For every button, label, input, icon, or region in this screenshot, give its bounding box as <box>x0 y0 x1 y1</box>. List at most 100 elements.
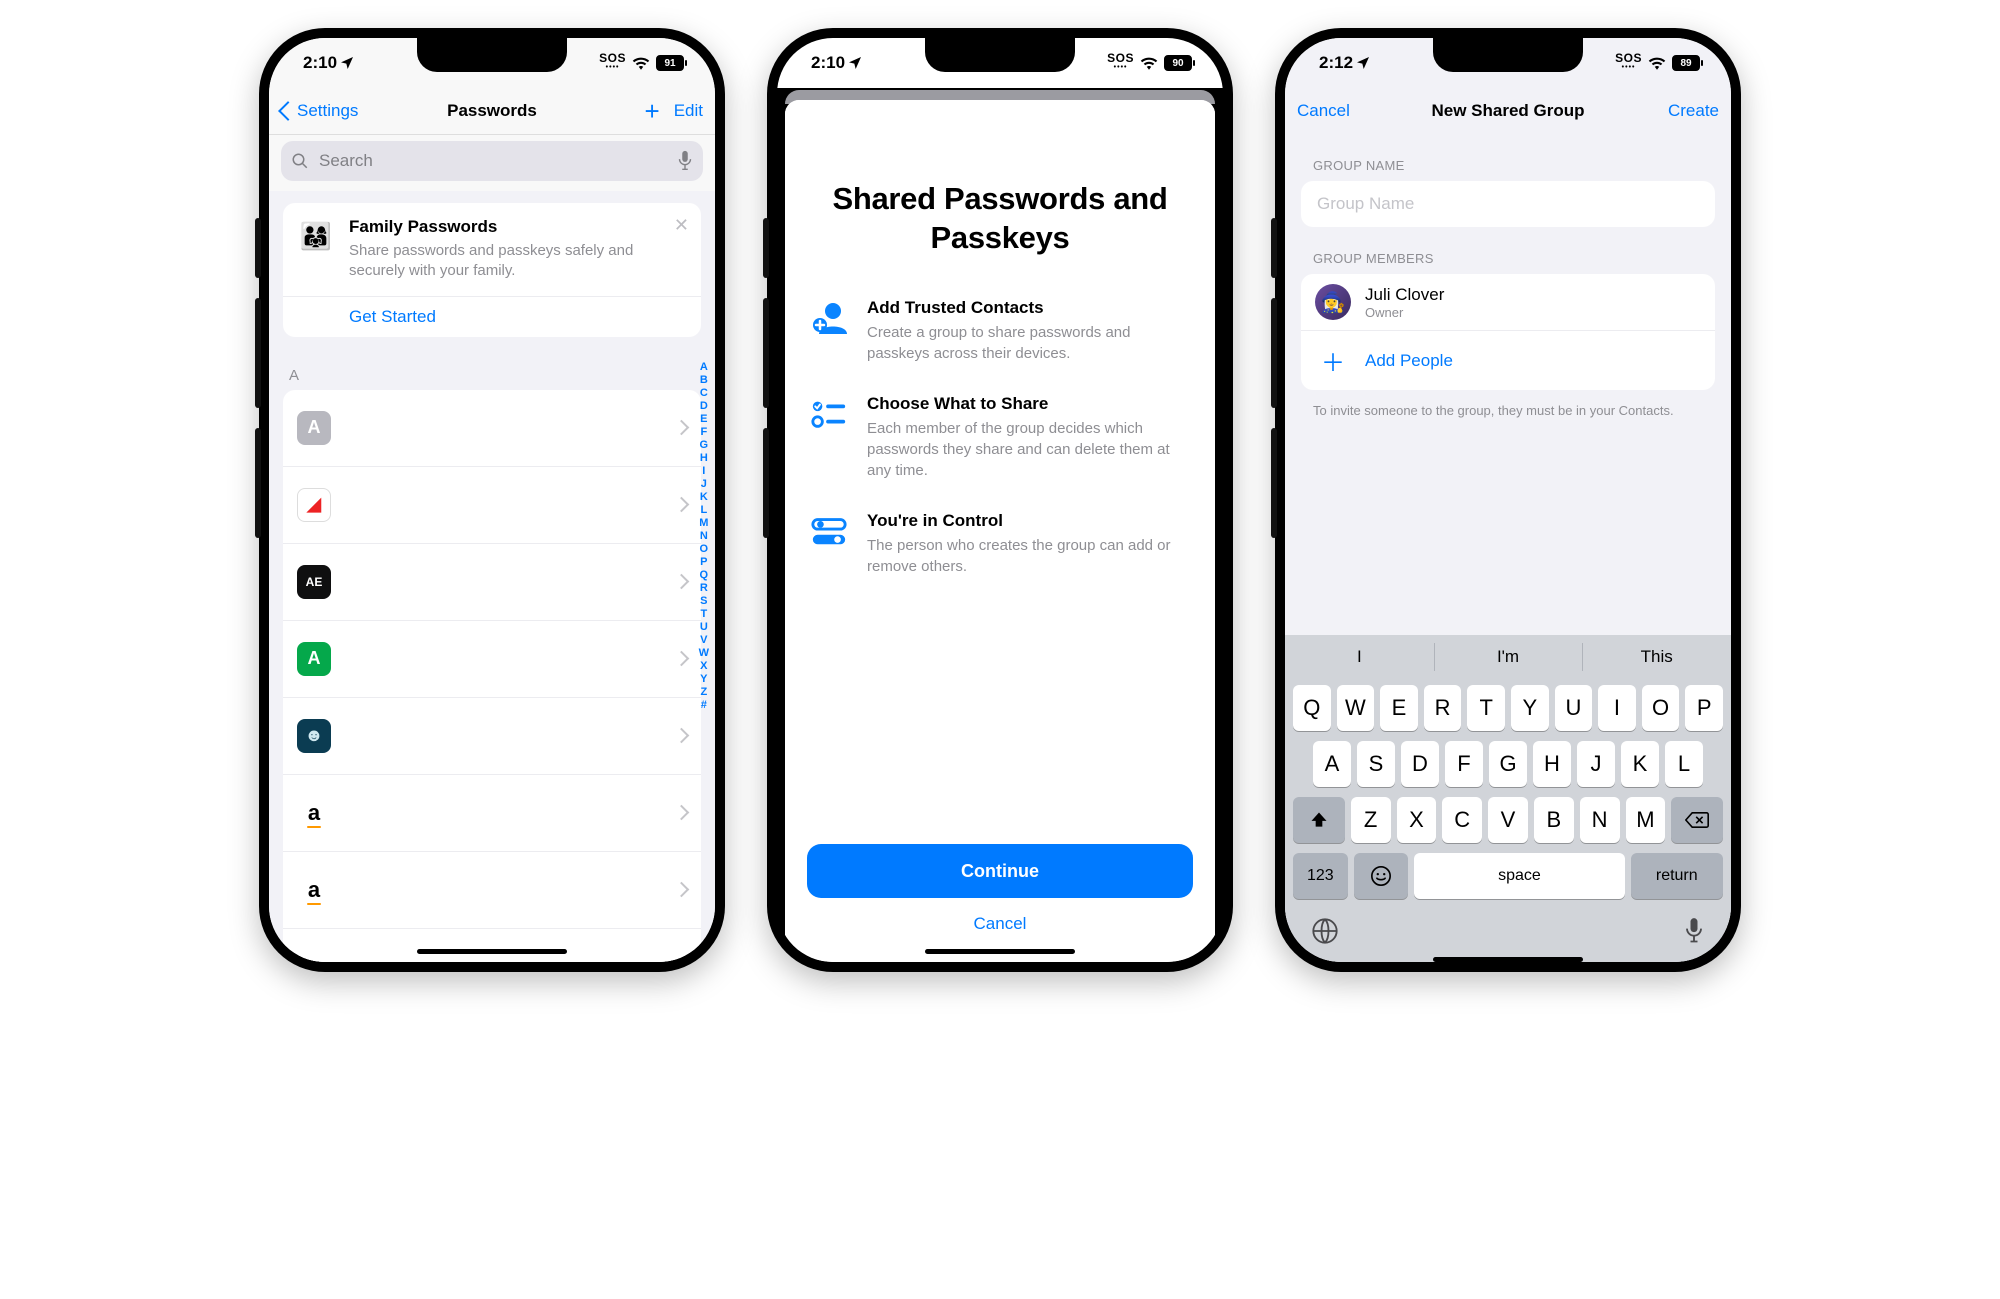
search-input[interactable] <box>317 150 669 172</box>
index-letter[interactable]: L <box>700 504 707 517</box>
key-a[interactable]: A <box>1313 741 1351 787</box>
cancel-button[interactable]: Cancel <box>1297 101 1350 121</box>
index-letter[interactable]: I <box>702 465 705 478</box>
list-item[interactable]: a <box>283 852 701 929</box>
app-icon: ◢ <box>297 488 331 522</box>
key-o[interactable]: O <box>1642 685 1680 731</box>
search-field[interactable] <box>281 141 703 181</box>
index-letter[interactable]: Z <box>700 686 707 699</box>
key-d[interactable]: D <box>1401 741 1439 787</box>
list-item[interactable]: a <box>283 929 701 963</box>
index-letter[interactable]: # <box>701 699 707 712</box>
app-icon: a <box>297 796 331 830</box>
globe-icon[interactable] <box>1311 917 1339 952</box>
list-item[interactable]: AE <box>283 544 701 621</box>
index-letter[interactable]: F <box>700 426 707 439</box>
key-p[interactable]: P <box>1685 685 1723 731</box>
get-started-button[interactable]: Get Started <box>297 307 687 327</box>
index-letter[interactable]: W <box>699 647 709 660</box>
key-r[interactable]: R <box>1424 685 1462 731</box>
feature-title: You're in Control <box>867 511 1191 531</box>
numbers-key[interactable]: 123 <box>1293 853 1348 899</box>
index-letter[interactable]: J <box>701 478 707 491</box>
key-j[interactable]: J <box>1577 741 1615 787</box>
index-letter[interactable]: Q <box>700 569 709 582</box>
list-item[interactable]: 🧙‍♀️ Juli Clover Owner <box>1301 274 1715 331</box>
app-icon: a <box>297 873 331 907</box>
key-y[interactable]: Y <box>1511 685 1549 731</box>
key-b[interactable]: B <box>1534 797 1574 843</box>
suggestion[interactable]: This <box>1582 635 1731 679</box>
backspace-key[interactable] <box>1671 797 1723 843</box>
back-button[interactable]: Settings <box>281 101 358 121</box>
location-icon <box>339 55 355 71</box>
index-letter[interactable]: H <box>700 452 708 465</box>
close-icon[interactable]: ✕ <box>674 215 689 236</box>
index-letter[interactable]: X <box>700 660 707 673</box>
key-n[interactable]: N <box>1580 797 1620 843</box>
form-body[interactable]: GROUP NAME GROUP MEMBERS 🧙‍♀️ Juli Clove… <box>1285 134 1731 635</box>
alphabet-index[interactable]: ABCDEFGHIJKLMNOPQRSTUVWXYZ# <box>699 361 709 712</box>
person-add-icon <box>809 298 849 338</box>
index-letter[interactable]: G <box>700 439 709 452</box>
key-x[interactable]: X <box>1397 797 1437 843</box>
key-q[interactable]: Q <box>1293 685 1331 731</box>
list-item[interactable]: A <box>283 621 701 698</box>
key-e[interactable]: E <box>1380 685 1418 731</box>
shift-key[interactable] <box>1293 797 1345 843</box>
emoji-key[interactable] <box>1354 853 1409 899</box>
keyboard[interactable]: I I'm This QWERTYUIOP ASDFGHJKL ZXCVBNM <box>1285 635 1731 962</box>
key-h[interactable]: H <box>1533 741 1571 787</box>
index-letter[interactable]: V <box>700 634 707 647</box>
edit-button[interactable]: Edit <box>674 101 703 121</box>
key-k[interactable]: K <box>1621 741 1659 787</box>
list-item[interactable]: ◢ <box>283 467 701 544</box>
list-item[interactable]: ☻ <box>283 698 701 775</box>
mic-icon[interactable] <box>677 150 693 172</box>
cancel-button[interactable]: Cancel <box>974 914 1027 934</box>
index-letter[interactable]: P <box>700 556 707 569</box>
create-button[interactable]: Create <box>1668 101 1719 121</box>
index-letter[interactable]: U <box>700 621 708 634</box>
key-s[interactable]: S <box>1357 741 1395 787</box>
wifi-icon <box>632 56 650 70</box>
index-letter[interactable]: A <box>700 361 708 374</box>
index-letter[interactable]: C <box>700 387 708 400</box>
return-key[interactable]: return <box>1631 853 1723 899</box>
key-z[interactable]: Z <box>1351 797 1391 843</box>
add-button[interactable]: + <box>645 98 660 124</box>
suggestion[interactable]: I <box>1285 635 1434 679</box>
key-c[interactable]: C <box>1442 797 1482 843</box>
continue-button[interactable]: Continue <box>807 844 1193 898</box>
index-letter[interactable]: O <box>700 543 709 556</box>
index-letter[interactable]: E <box>700 413 707 426</box>
suggestion[interactable]: I'm <box>1434 635 1583 679</box>
list-item[interactable]: a <box>283 775 701 852</box>
app-icon: A <box>297 411 331 445</box>
key-v[interactable]: V <box>1488 797 1528 843</box>
add-people-button[interactable]: ＋ Add People <box>1301 331 1715 390</box>
index-letter[interactable]: R <box>700 582 708 595</box>
index-letter[interactable]: T <box>700 608 707 621</box>
key-t[interactable]: T <box>1467 685 1505 731</box>
key-m[interactable]: M <box>1626 797 1666 843</box>
index-letter[interactable]: M <box>699 517 708 530</box>
key-w[interactable]: W <box>1337 685 1375 731</box>
content-body[interactable]: ✕ 👨‍👩‍👧 Family Passwords Share passwords… <box>269 191 715 962</box>
index-letter[interactable]: S <box>700 595 707 608</box>
index-letter[interactable]: Y <box>700 673 707 686</box>
index-letter[interactable]: D <box>700 400 708 413</box>
index-letter[interactable]: K <box>700 491 708 504</box>
group-name-input[interactable] <box>1315 193 1705 215</box>
index-letter[interactable]: B <box>700 374 708 387</box>
chevron-right-icon <box>674 959 690 962</box>
dictation-icon[interactable] <box>1683 917 1705 952</box>
space-key[interactable]: space <box>1414 853 1624 899</box>
index-letter[interactable]: N <box>700 530 708 543</box>
key-l[interactable]: L <box>1665 741 1703 787</box>
key-i[interactable]: I <box>1598 685 1636 731</box>
key-u[interactable]: U <box>1555 685 1593 731</box>
key-f[interactable]: F <box>1445 741 1483 787</box>
list-item[interactable]: A <box>283 390 701 467</box>
key-g[interactable]: G <box>1489 741 1527 787</box>
